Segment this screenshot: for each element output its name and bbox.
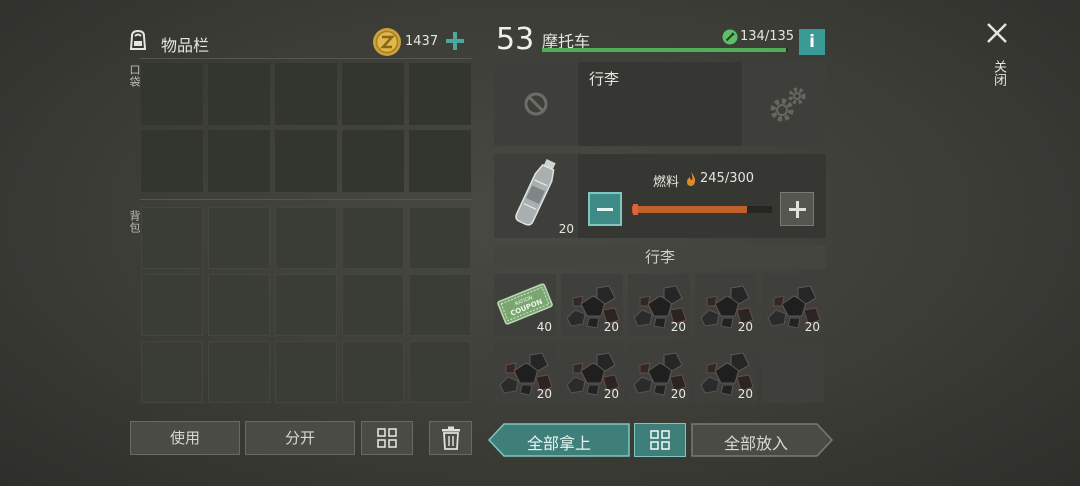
close-button[interactable]: 关闭 [986,22,1010,102]
cargo-qty: 20 [670,320,686,334]
cargo-qty: 40 [536,320,552,334]
info-button[interactable]: i [799,29,825,55]
backpack-slot[interactable] [409,207,471,269]
fuel-slider-handle[interactable] [633,204,638,215]
fuel-increase-button[interactable] [780,192,814,226]
sort-cargo-button[interactable] [634,423,686,457]
fuel-item-qty: 20 [558,222,574,236]
cargo-slot[interactable]: 20 [628,274,690,336]
inventory-header-line [140,58,472,59]
backpack-slot[interactable] [141,207,203,269]
close-label: 关闭 [991,60,1006,86]
backpack-slot[interactable] [208,207,270,269]
durability-value: 134/135 [740,29,795,44]
put-all-button[interactable]: 全部放入 [691,423,833,457]
cargo-slot[interactable]: 20 [561,341,623,403]
coin-icon [372,27,402,57]
pocket-slot[interactable] [141,63,203,125]
use-button[interactable]: 使用 [130,421,240,455]
settings-slot[interactable] [742,62,826,146]
durability-bar-track [542,48,788,52]
cargo-slot[interactable]: 20 [762,274,824,336]
vehicle-level: 53 [496,22,535,57]
cargo-qty: 20 [603,320,619,334]
wrench-icon [722,29,738,45]
backpack-slot[interactable] [275,207,337,269]
coin-count: 1437 [405,34,439,49]
cargo-section-title: 行李 [589,70,620,88]
split-button[interactable]: 分开 [245,421,355,455]
section-divider [140,199,472,200]
cargo-slot[interactable]: 20 [695,274,757,336]
fuel-slider-track[interactable] [632,204,772,215]
take-all-button[interactable]: 全部拿上 [488,423,630,457]
pocket-slot[interactable] [342,130,404,192]
pocket-slot[interactable] [208,63,270,125]
fuel-decrease-button[interactable] [588,192,622,226]
backpack-slot[interactable] [141,274,203,336]
backpack-slot[interactable] [342,341,404,403]
fuel-slider-fill [632,206,747,213]
add-coins-button[interactable] [445,31,465,51]
empty-equip-slot[interactable] [494,62,578,146]
pocket-label: 口袋 [128,64,141,88]
prohibited-icon [524,92,548,116]
cargo-qty: 20 [737,320,753,334]
gears-icon [770,87,806,122]
pocket-slot[interactable] [275,63,337,125]
durability-bar-fill [542,48,786,52]
backpack-slot[interactable] [208,274,270,336]
sort-button[interactable] [361,421,413,455]
put-all-label: 全部放入 [723,434,788,453]
pocket-slot[interactable] [342,63,404,125]
backpack-slot[interactable] [275,274,337,336]
cargo-qty: 20 [603,387,619,401]
cargo-slot[interactable]: 20 [561,274,623,336]
fuel-value: 245/300 [700,171,755,186]
fuel-item-slot[interactable]: 20 [494,154,578,238]
backpack-slot[interactable] [208,341,270,403]
cargo-slot[interactable]: 20 [494,341,556,403]
cargo-qty: 20 [670,387,686,401]
pocket-slot[interactable] [409,130,471,192]
backpack-label: 背包 [128,210,141,234]
backpack-slot[interactable] [275,341,337,403]
backpack-slot[interactable] [342,274,404,336]
flame-icon [685,171,697,187]
cargo-slot[interactable]: 20 [628,341,690,403]
pocket-slot[interactable] [275,130,337,192]
pocket-slot[interactable] [409,63,471,125]
cargo-header: 行李 [494,245,826,269]
backpack-slot[interactable] [141,341,203,403]
inventory-title: 物品栏 [161,36,210,55]
cargo-slot[interactable]: 20 [695,341,757,403]
pocket-slot[interactable] [141,130,203,192]
pocket-slot[interactable] [208,130,270,192]
sort-grid-icon [650,430,670,450]
close-icon [987,23,1007,43]
cargo-qty: 20 [536,387,552,401]
delete-button[interactable] [429,421,472,455]
cargo-slot[interactable]: RATION COUPON 40 [494,274,556,336]
cargo-header-label: 行李 [644,248,675,266]
take-all-label: 全部拿上 [526,434,591,453]
backpack-slot[interactable] [409,274,471,336]
cargo-qty: 20 [804,320,820,334]
trash-icon [441,426,460,450]
backpack-icon [126,28,150,52]
backpack-slot[interactable] [409,341,471,403]
cargo-slot-empty[interactable] [762,341,824,403]
cargo-qty: 20 [737,387,753,401]
sort-grid-icon [377,428,397,448]
fuel-label: 燃料 [653,175,680,190]
backpack-slot[interactable] [342,207,404,269]
